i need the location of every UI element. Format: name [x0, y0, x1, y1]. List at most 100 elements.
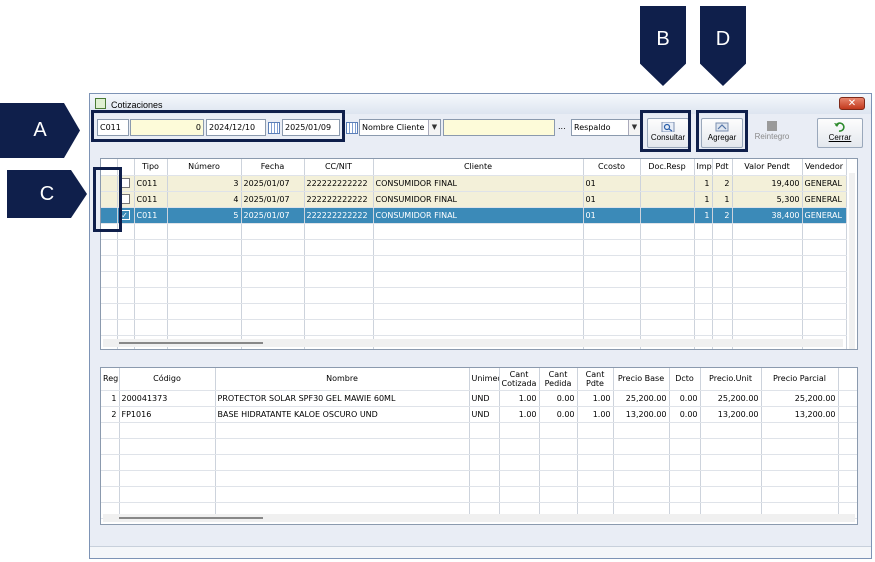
cell-pdt: 1: [712, 191, 733, 208]
cell-vendedor: GENERAL: [802, 191, 847, 208]
table-row-empty: [101, 239, 847, 256]
header-ccnit[interactable]: CC/NIT: [304, 159, 374, 176]
table-row[interactable]: 1 200041373 PROTECTOR SOLAR SPF30 GEL MA…: [101, 390, 857, 407]
details-horizontal-scrollbar[interactable]: [103, 514, 855, 522]
table-row[interactable]: C011 4 2025/01/07 222222222222 CONSUMIDO…: [101, 191, 847, 208]
header-precio-base[interactable]: Precio Base: [613, 368, 670, 391]
cell-fecha: 2025/01/07: [241, 175, 305, 192]
callout-d: D: [700, 6, 746, 86]
table-row-empty: [101, 303, 847, 320]
cell-precio-unit: 25,200.00: [700, 390, 762, 407]
cell-numero: 3: [167, 175, 242, 192]
header-valor-pendt[interactable]: Valor Pendt: [732, 159, 803, 176]
cell-fecha: 2025/01/07: [241, 191, 305, 208]
table-row[interactable]: 2 FP1016 BASE HIDRATANTE KALOE OSCURO UN…: [101, 406, 857, 423]
cell-tipo: C011: [134, 207, 168, 224]
cell-valor: 38,400: [732, 207, 803, 224]
header-precio-unit[interactable]: Precio.Unit: [700, 368, 762, 391]
scroll-thumb[interactable]: [119, 517, 263, 519]
header-cliente[interactable]: Cliente: [373, 159, 584, 176]
cell-ccosto: 01: [583, 207, 641, 224]
table-row-empty: [101, 319, 847, 336]
cell-ccosto: 01: [583, 191, 641, 208]
header-reg[interactable]: Reg: [101, 368, 120, 391]
estado-value: Respaldo: [574, 123, 611, 132]
cell-ccosto: 01: [583, 175, 641, 192]
cell-vendedor: GENERAL: [802, 207, 847, 224]
cell-unimed: UND: [469, 406, 500, 423]
table-row[interactable]: C011 3 2025/01/07 222222222222 CONSUMIDO…: [101, 175, 847, 192]
cell-reg: 2: [101, 406, 120, 423]
cell-pdte: 1.00: [577, 390, 614, 407]
cell-fecha: 2025/01/07: [241, 207, 305, 224]
table-row-empty: [101, 287, 847, 304]
quotes-horizontal-scrollbar[interactable]: [103, 339, 843, 347]
calendar-icon[interactable]: [346, 122, 358, 134]
cerrar-label: Cerrar: [828, 133, 852, 142]
callout-b: B: [640, 6, 686, 86]
chevron-down-icon[interactable]: ▼: [628, 120, 640, 135]
window-title: Cotizaciones: [111, 100, 163, 110]
chevron-down-icon[interactable]: ▼: [428, 120, 440, 135]
header-fecha[interactable]: Fecha: [241, 159, 305, 176]
cotizaciones-window: Cotizaciones ✕ C011 0 2024/12/10 2025/01…: [89, 93, 872, 559]
cerrar-button[interactable]: Cerrar: [817, 118, 863, 148]
header-pdt[interactable]: Pdt: [712, 159, 733, 176]
cell-nombre: BASE HIDRATANTE KALOE OSCURO UND: [215, 406, 470, 423]
close-window-button[interactable]: ✕: [839, 97, 865, 110]
cell-impr: 1: [694, 207, 713, 224]
details-header-row: Reg Código Nombre Unimed CantCotizada Ca…: [101, 368, 857, 391]
cell-cotizada: 1.00: [499, 406, 540, 423]
header-numero[interactable]: Número: [167, 159, 242, 176]
callout-a: A: [0, 103, 80, 158]
app-icon: [95, 98, 106, 109]
cell-docresp: [640, 191, 695, 208]
quotes-vertical-scrollbar[interactable]: [849, 173, 855, 349]
header-cant-pedida-line1: Cant: [548, 369, 568, 379]
header-impr[interactable]: Impr: [694, 159, 713, 176]
cell-nit: 222222222222: [304, 207, 374, 224]
callout-a-label: A: [33, 119, 47, 141]
header-cant-pdte[interactable]: Cant Pdte: [577, 368, 614, 391]
cell-codigo: FP1016: [119, 406, 216, 423]
header-cant-pedida[interactable]: Cant Pedida: [539, 368, 578, 391]
header-precio-parcial[interactable]: Precio Parcial: [761, 368, 839, 391]
cell-precio-unit: 13,200.00: [700, 406, 762, 423]
cell-nit: 222222222222: [304, 191, 374, 208]
header-docresp[interactable]: Doc.Resp: [640, 159, 695, 176]
header-dcto[interactable]: Dcto: [669, 368, 701, 391]
header-tipo[interactable]: Tipo: [134, 159, 168, 176]
cell-pedida: 0.00: [539, 390, 578, 407]
undo-arrow-icon: [834, 122, 845, 132]
highlight-frame-b: [640, 110, 691, 152]
cell-pedida: 0.00: [539, 406, 578, 423]
header-vendedor[interactable]: Vendedor: [802, 159, 847, 176]
campo-busqueda-value: Nombre Cliente: [362, 123, 425, 132]
cell-nit: 222222222222: [304, 175, 374, 192]
cell-valor: 5,300: [732, 191, 803, 208]
search-ellipsis-button[interactable]: ...: [558, 122, 566, 131]
header-nombre[interactable]: Nombre: [215, 368, 470, 391]
table-row-empty: [101, 223, 847, 240]
cell-precio-base: 13,200.00: [613, 406, 670, 423]
campo-busqueda-select[interactable]: Nombre Cliente ▼: [359, 119, 441, 136]
busqueda-input[interactable]: [443, 119, 555, 136]
header-ccosto[interactable]: Ccosto: [583, 159, 641, 176]
table-row-selected[interactable]: ✓ C011 5 2025/01/07 222222222222 CONSUMI…: [101, 207, 847, 224]
table-row-empty: [101, 422, 857, 439]
cell-dcto: 0.00: [669, 406, 701, 423]
estado-select[interactable]: Respaldo ▼: [571, 119, 641, 136]
reintegro-button[interactable]: Reintegro: [750, 118, 794, 148]
header-unimed[interactable]: Unimed: [469, 368, 500, 391]
cell-tipo: C011: [134, 175, 168, 192]
highlight-frame-d: [696, 110, 748, 152]
header-cant-pedida-line2: Pedida: [544, 378, 572, 388]
header-extra: [838, 368, 857, 391]
header-cant-cotizada-line2: Cotizada: [501, 378, 537, 388]
header-cant-cotizada[interactable]: Cant Cotizada: [499, 368, 540, 391]
scroll-thumb[interactable]: [119, 342, 263, 344]
table-row-empty: [101, 454, 857, 471]
cell-impr: 1: [694, 191, 713, 208]
header-codigo[interactable]: Código: [119, 368, 216, 391]
cell-pdt: 2: [712, 207, 733, 224]
